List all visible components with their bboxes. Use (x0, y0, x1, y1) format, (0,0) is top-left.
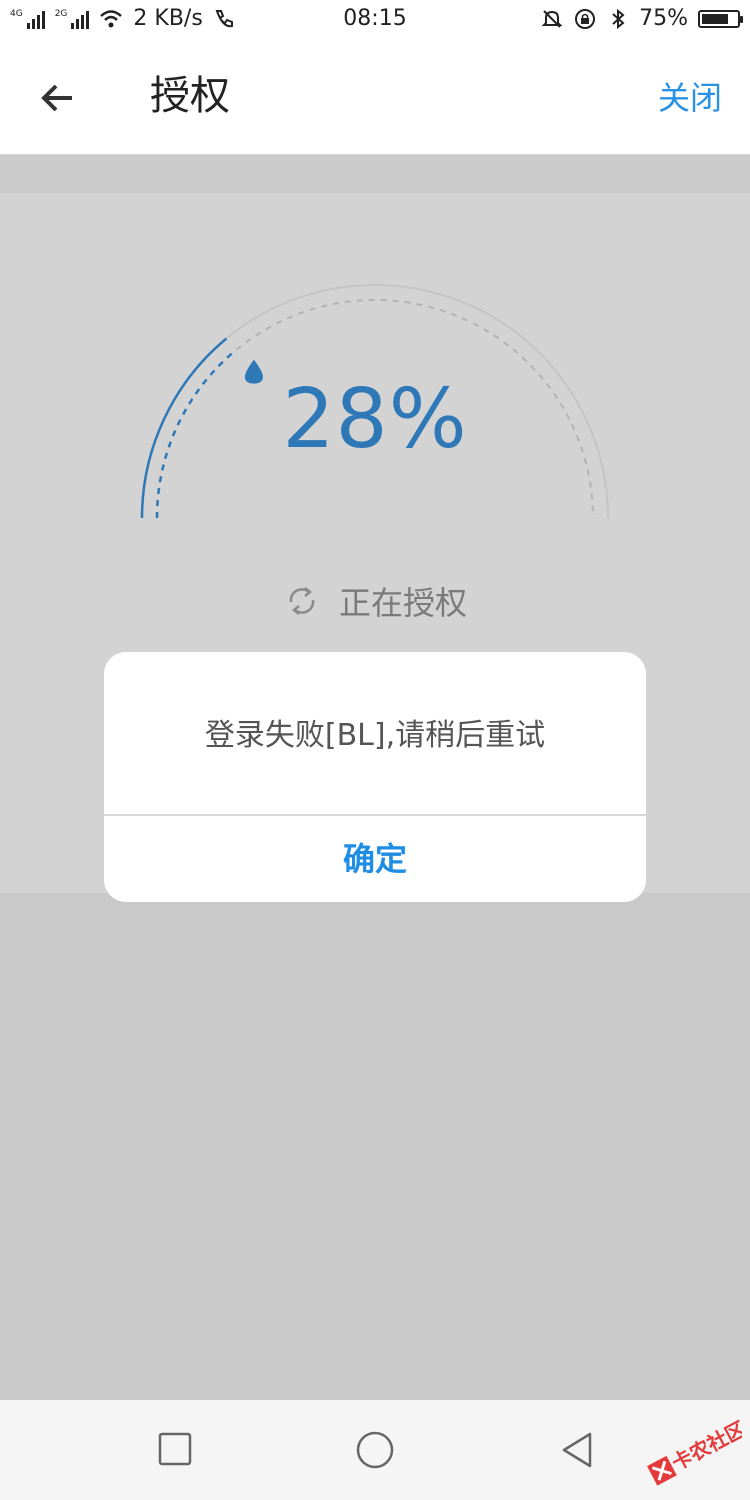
recent-apps-button[interactable] (156, 1430, 196, 1470)
status-text: 正在授权 (338, 584, 467, 622)
battery-percent: 75% (639, 6, 688, 31)
status-bar: 4G 2G 2 KB/s 08:15 75% (0, 0, 750, 40)
close-button[interactable]: 关闭 (658, 76, 722, 120)
dialog-message: 登录失败[BL],请稍后重试 (204, 718, 546, 753)
bluetooth-icon (612, 8, 625, 29)
battery-fill (702, 13, 728, 24)
progress-percent: 28% (282, 372, 468, 467)
back-arrow-icon (41, 84, 72, 112)
content-top-strip (0, 155, 750, 193)
watermark-text: 卡农社区 (668, 1416, 742, 1475)
refresh-icon (289, 587, 315, 615)
top-bar: 授权 关闭 (0, 40, 750, 155)
page-title: 授权 (150, 73, 230, 119)
back-button[interactable] (30, 70, 86, 126)
mute-icon (541, 9, 563, 28)
home-button[interactable] (355, 1430, 395, 1470)
lock-rotation-icon (575, 8, 596, 29)
watermark-logo: 卡农社区 (647, 1416, 742, 1486)
error-dialog: 登录失败[BL],请稍后重试 确定 (104, 652, 646, 902)
nav-back-button[interactable] (558, 1430, 598, 1470)
confirm-button[interactable]: 确定 (104, 816, 646, 902)
battery-icon (698, 9, 743, 28)
status-right: 75% (541, 6, 743, 31)
authorization-status: 正在授权 (0, 578, 750, 624)
